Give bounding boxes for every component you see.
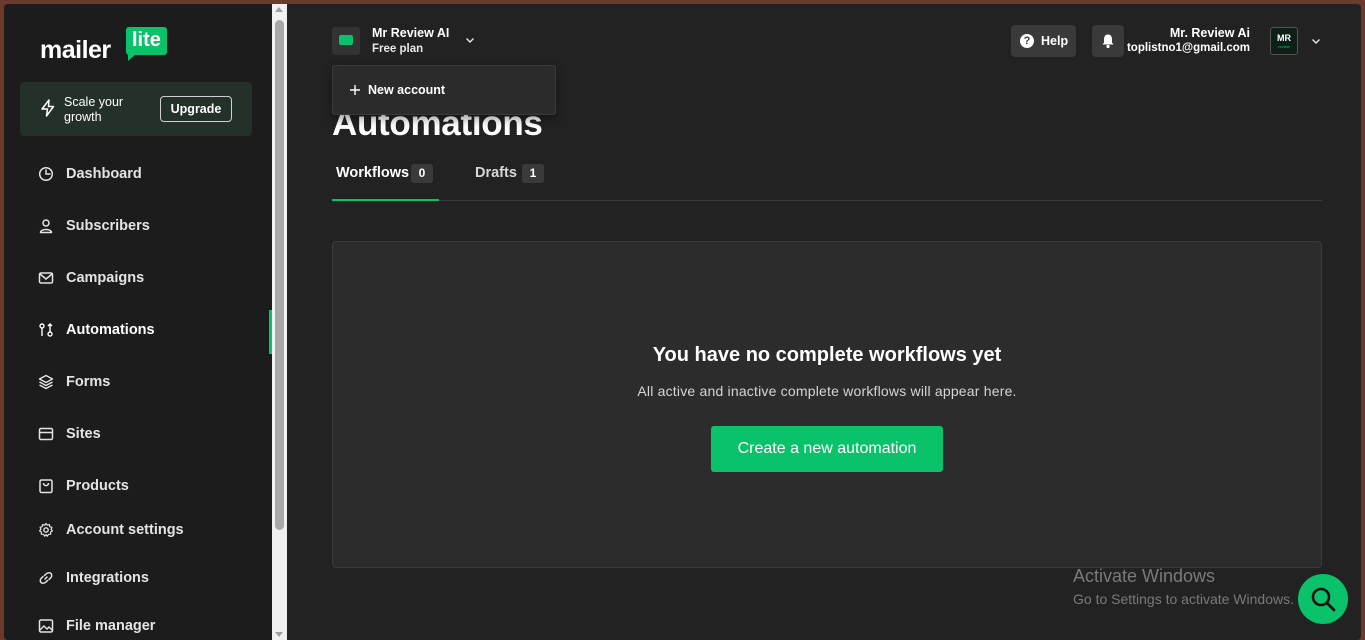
upgrade-promo: Scale your growth Upgrade bbox=[20, 82, 252, 136]
windows-activation-subtitle: Go to Settings to activate Windows. bbox=[1073, 591, 1294, 607]
sidebar-item-dashboard[interactable]: Dashboard bbox=[4, 154, 272, 194]
help-button[interactable]: ? Help bbox=[1011, 25, 1076, 57]
tab-bar: Workflows 0 Drafts 1 bbox=[332, 156, 1322, 201]
account-plan: Free plan bbox=[372, 43, 424, 55]
sidebar-item-file-manager[interactable]: File manager bbox=[4, 606, 272, 640]
logo-badge: lite bbox=[126, 27, 167, 61]
empty-state-description: All active and inactive complete workflo… bbox=[637, 383, 1017, 399]
new-account-menu-item[interactable]: New account bbox=[368, 83, 445, 97]
sidebar-item-integrations[interactable]: Integrations bbox=[4, 558, 272, 598]
search-icon bbox=[1311, 587, 1336, 612]
account-name: Mr Review AI bbox=[372, 26, 450, 40]
user-avatar[interactable]: MR review bbox=[1270, 27, 1298, 55]
sidebar-item-label: Subscribers bbox=[66, 218, 150, 234]
account-avatar bbox=[332, 27, 360, 55]
user-name: Mr. Review Ai bbox=[1169, 26, 1250, 40]
sidebar-scrollbar[interactable] bbox=[272, 4, 287, 640]
windows-activation-title: Activate Windows bbox=[1073, 566, 1216, 586]
empty-state-card: You have no complete workflows yet All a… bbox=[332, 241, 1322, 568]
sidebar-item-forms[interactable]: Forms bbox=[4, 362, 272, 402]
chevron-down-icon bbox=[466, 38, 474, 43]
sidebar-item-label: Products bbox=[66, 478, 129, 494]
lightning-icon bbox=[41, 99, 55, 117]
tab-label: Workflows bbox=[336, 165, 410, 181]
tab-count-badge: 1 bbox=[522, 164, 544, 183]
sidebar-item-sites[interactable]: Sites bbox=[4, 414, 272, 454]
sidebar-item-label: Automations bbox=[66, 322, 155, 338]
workflow-icon bbox=[39, 323, 53, 337]
app-window: mailer lite Scale your growth Upgrade Da… bbox=[4, 4, 1361, 640]
sidebar-item-label: Campaigns bbox=[66, 270, 145, 286]
chat-bubble-icon bbox=[339, 35, 353, 45]
sidebar-item-products[interactable]: Products bbox=[4, 466, 272, 506]
sidebar-item-automations[interactable]: Automations bbox=[4, 310, 272, 354]
user-icon bbox=[39, 219, 53, 234]
bell-icon bbox=[1102, 34, 1114, 49]
logo-text: mailer bbox=[40, 36, 111, 64]
upgrade-button[interactable]: Upgrade bbox=[160, 96, 232, 122]
scroll-up-arrow-icon[interactable] bbox=[275, 7, 283, 12]
sidebar-item-subscribers[interactable]: Subscribers bbox=[4, 206, 272, 246]
envelope-icon bbox=[38, 272, 54, 284]
user-email: toplistno1@gmail.com bbox=[1126, 42, 1250, 54]
sidebar-item-campaigns[interactable]: Campaigns bbox=[4, 258, 272, 298]
tab-count-badge: 0 bbox=[411, 164, 433, 183]
scrollbar-thumb[interactable] bbox=[275, 20, 284, 530]
question-icon: ? bbox=[1020, 34, 1034, 48]
help-label: Help bbox=[1041, 34, 1069, 48]
sidebar-item-label: File manager bbox=[66, 618, 156, 634]
tab-label: Drafts bbox=[475, 165, 517, 181]
scroll-down-arrow-icon[interactable] bbox=[275, 632, 283, 637]
empty-state-title: You have no complete workflows yet bbox=[652, 344, 1002, 366]
search-help-button[interactable] bbox=[1298, 574, 1348, 624]
promo-text: Scale your growth bbox=[64, 95, 124, 124]
sidebar-item-label: Integrations bbox=[66, 570, 149, 586]
sidebar-item-label: Account settings bbox=[66, 522, 184, 538]
chevron-down-icon[interactable] bbox=[1310, 35, 1322, 47]
user-initials: MR bbox=[1277, 33, 1291, 43]
account-dropdown-menu: New account bbox=[332, 65, 556, 115]
gear-icon bbox=[38, 522, 54, 537]
layers-icon bbox=[38, 374, 54, 390]
browser-icon bbox=[38, 427, 54, 441]
sidebar: mailer lite Scale your growth Upgrade Da… bbox=[4, 4, 272, 640]
tab-drafts[interactable]: Drafts 1 bbox=[471, 156, 551, 201]
sidebar-item-label: Forms bbox=[66, 374, 111, 390]
clock-pie-icon bbox=[38, 166, 54, 182]
tab-workflows[interactable]: Workflows 0 bbox=[332, 156, 439, 201]
shopping-bag-icon bbox=[39, 479, 53, 494]
create-automation-button[interactable]: Create a new automation bbox=[711, 426, 943, 472]
image-icon bbox=[38, 619, 54, 633]
sidebar-item-account-settings[interactable]: Account settings bbox=[4, 510, 272, 550]
plus-icon bbox=[350, 85, 360, 95]
notifications-button[interactable] bbox=[1092, 25, 1124, 57]
sidebar-item-label: Dashboard bbox=[66, 166, 142, 182]
account-switcher[interactable]: Mr Review AI Free plan bbox=[332, 26, 482, 62]
link-icon bbox=[39, 572, 53, 584]
user-avatar-subtext: review bbox=[1278, 44, 1290, 49]
sidebar-item-label: Sites bbox=[66, 426, 101, 442]
